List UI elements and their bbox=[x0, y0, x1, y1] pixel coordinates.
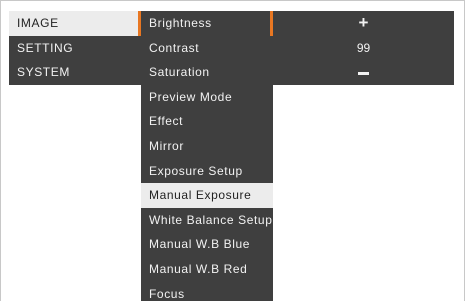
category-item-system[interactable]: SYSTEM bbox=[9, 60, 141, 85]
submenu-item-manual-wb-red[interactable]: Manual W.B Red bbox=[141, 257, 273, 282]
submenu-item-focus[interactable]: Focus bbox=[141, 282, 273, 301]
category-menu: IMAGE SETTING SYSTEM bbox=[9, 11, 141, 85]
decrease-button[interactable] bbox=[273, 60, 454, 85]
submenu-item-saturation[interactable]: Saturation bbox=[141, 60, 273, 85]
value-adjust-panel: + 99 bbox=[273, 11, 454, 85]
submenu-item-manual-wb-blue[interactable]: Manual W.B Blue bbox=[141, 232, 273, 257]
submenu-item-preview-mode[interactable]: Preview Mode bbox=[141, 85, 273, 110]
plus-icon: + bbox=[358, 13, 369, 32]
category-item-setting[interactable]: SETTING bbox=[9, 36, 141, 61]
osd-menu-screen: IMAGE SETTING SYSTEM Brightness Contrast… bbox=[0, 0, 465, 301]
minus-icon bbox=[358, 71, 369, 75]
value-display: 99 bbox=[273, 36, 454, 61]
submenu-item-exposure-setup[interactable]: Exposure Setup bbox=[141, 159, 273, 184]
top-divider bbox=[1, 0, 464, 1]
submenu-item-brightness[interactable]: Brightness bbox=[141, 11, 273, 36]
submenu-list: Brightness Contrast Saturation Preview M… bbox=[141, 11, 273, 301]
submenu-item-contrast[interactable]: Contrast bbox=[141, 36, 273, 61]
submenu-item-manual-exposure[interactable]: Manual Exposure bbox=[141, 183, 273, 208]
value-readout: 99 bbox=[356, 40, 371, 55]
submenu-item-effect[interactable]: Effect bbox=[141, 109, 273, 134]
category-item-image[interactable]: IMAGE bbox=[9, 11, 141, 36]
submenu-item-mirror[interactable]: Mirror bbox=[141, 134, 273, 159]
increase-button[interactable]: + bbox=[273, 11, 454, 36]
submenu-item-white-balance-setup[interactable]: White Balance Setup bbox=[141, 208, 273, 233]
